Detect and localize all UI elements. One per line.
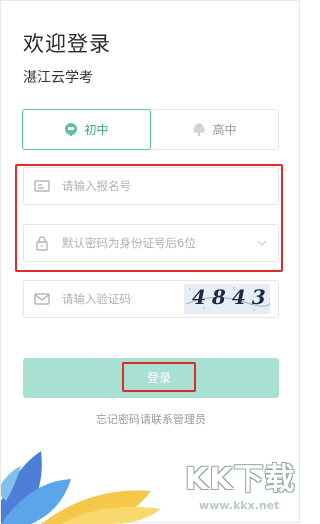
watermark-logo: KK下载 www.kkx.net <box>177 449 299 519</box>
book-bubble-icon <box>65 122 78 136</box>
school-level-tabs: 初中 高中 <box>22 109 279 150</box>
tab-senior-high[interactable]: 高中 <box>151 110 278 149</box>
captcha-code: 4843 <box>192 285 270 309</box>
captcha-field[interactable]: 请输入验证码 4843 <box>23 280 279 318</box>
watermark-url: www.kkx.net <box>199 499 280 512</box>
captcha-image[interactable]: 4843 <box>184 284 270 314</box>
credential-fields-highlight <box>15 164 283 272</box>
login-button-highlight[interactable]: 登录 <box>122 362 196 392</box>
tab-junior-high[interactable]: 初中 <box>22 109 151 150</box>
tab-label: 高中 <box>212 123 237 137</box>
captcha-placeholder: 请输入验证码 <box>62 292 131 306</box>
page-title: 欢迎登录 <box>23 32 111 56</box>
tree-icon <box>193 123 206 136</box>
app-name: 湛江云学考 <box>23 70 93 86</box>
watermark-letters: KK下载 <box>185 462 296 497</box>
forgot-password-text: 忘记密码请联系管理员 <box>96 413 206 426</box>
leaf-decoration <box>1 451 161 524</box>
mail-icon <box>34 293 50 305</box>
login-page: 欢迎登录 湛江云学考 初中 高中 请输入报名号 默认密码为身份证号后6位 请输入… <box>0 0 300 524</box>
login-label: 登录 <box>146 370 171 385</box>
tab-label: 初中 <box>84 123 109 137</box>
